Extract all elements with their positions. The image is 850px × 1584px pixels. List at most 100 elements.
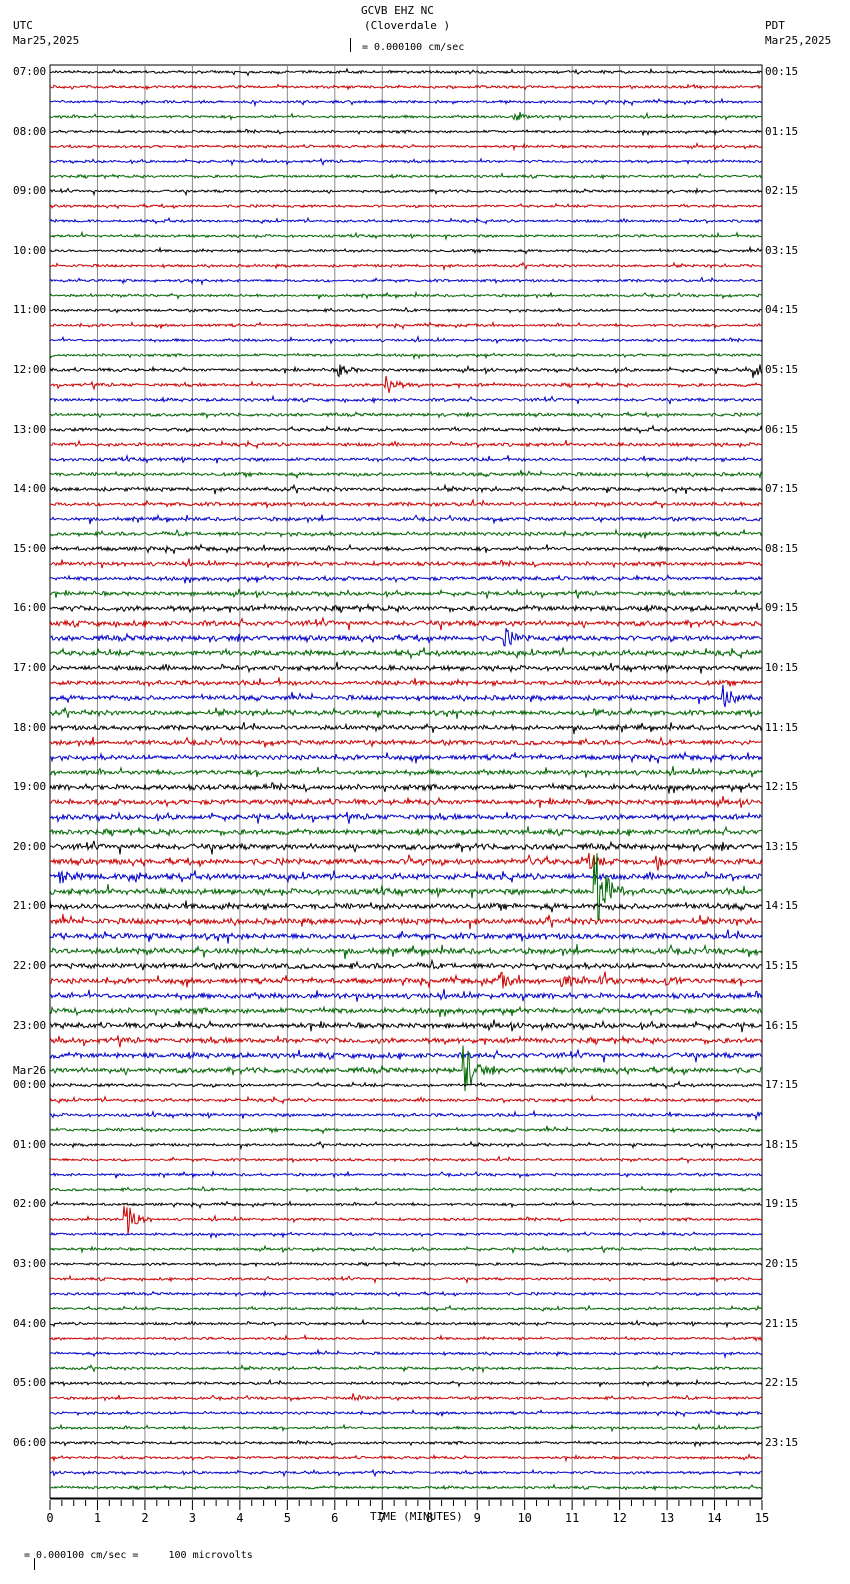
x-tick-label: 13 (660, 1511, 674, 1525)
seismic-trace (49, 1230, 763, 1240)
seismic-trace (49, 825, 763, 838)
seismic-trace (49, 1468, 763, 1478)
seismic-trace (49, 306, 763, 314)
x-tick-label: 15 (755, 1511, 769, 1525)
seismic-trace (49, 142, 763, 152)
seismic-trace (49, 453, 763, 465)
x-tick-label: 11 (565, 1511, 579, 1525)
seismic-trace (49, 677, 763, 688)
seismic-trace (49, 171, 763, 181)
seismic-trace (49, 1019, 763, 1033)
seismic-trace (49, 929, 763, 944)
x-tick-label: 3 (189, 1511, 196, 1525)
seismic-trace (49, 375, 763, 394)
seismic-trace (49, 321, 763, 331)
seismic-trace (49, 1155, 763, 1165)
seismic-trace (49, 870, 763, 884)
seismic-trace (49, 83, 763, 91)
seismic-trace (49, 513, 763, 525)
seismic-trace (49, 899, 763, 913)
x-tick-label: 7 (379, 1511, 386, 1525)
seismic-trace (49, 352, 763, 361)
seismic-trace (49, 1348, 763, 1359)
x-tick-label: 1 (94, 1511, 101, 1525)
seismic-trace (49, 988, 763, 1002)
seismic-trace (49, 1304, 763, 1313)
seismic-trace (49, 602, 763, 614)
x-tick-label: 14 (707, 1511, 721, 1525)
seismic-trace (49, 1140, 763, 1151)
seismic-trace (49, 558, 763, 569)
seismic-trace (49, 245, 763, 255)
seismic-trace (49, 276, 763, 286)
seismic-trace (49, 364, 763, 378)
seismic-trace (49, 1200, 763, 1210)
x-tick-label: 5 (284, 1511, 291, 1525)
seismic-trace (49, 230, 763, 241)
seismic-trace (49, 1289, 763, 1298)
seismic-trace (49, 661, 763, 674)
seismic-trace (49, 290, 763, 300)
seismic-trace (50, 750, 763, 764)
seismic-trace (49, 394, 763, 405)
seismic-trace (49, 439, 762, 450)
x-tick-label: 10 (517, 1511, 531, 1525)
seismic-trace (49, 1205, 763, 1235)
seismic-trace (49, 1125, 763, 1135)
seismic-trace (49, 1169, 763, 1179)
seismic-trace (49, 1080, 763, 1090)
seismic-trace (49, 781, 763, 794)
seismic-trace (49, 1422, 763, 1433)
seismic-trace (49, 766, 763, 778)
seismic-trace (49, 1333, 763, 1342)
seismic-trace (49, 1483, 763, 1492)
seismic-trace (49, 410, 762, 420)
seismic-trace (49, 261, 763, 272)
x-tick-label: 9 (474, 1511, 481, 1525)
seismic-trace (49, 1318, 763, 1329)
seismic-trace (49, 97, 763, 108)
seismic-trace (49, 187, 763, 197)
seismic-trace (49, 588, 763, 600)
seismic-trace (49, 157, 763, 167)
seismic-trace (49, 1185, 763, 1193)
seismic-trace (49, 1393, 763, 1403)
seismic-trace (49, 647, 763, 660)
seismic-trace (50, 543, 763, 555)
x-tick-label: 4 (236, 1511, 243, 1525)
seismic-trace (49, 1453, 763, 1463)
seismic-trace (49, 1378, 763, 1388)
seismic-trace (49, 627, 763, 647)
seismogram: GCVB EHZ NC (Cloverdale ) UTC Mar25,2025… (0, 0, 850, 1584)
plot-area: 0 1 2 3 4 5 6 7 8 9 10 11 12 13 14 15 (46, 64, 769, 1525)
seismic-trace (49, 528, 763, 539)
seismic-trace (49, 1274, 763, 1285)
seismic-trace (49, 795, 763, 809)
seismic-trace (49, 128, 762, 137)
seismic-trace (49, 840, 763, 855)
seismic-trace (49, 216, 763, 225)
seismic-trace (49, 424, 763, 435)
seismic-trace (49, 852, 763, 871)
seismic-trace (49, 1048, 763, 1063)
seismic-trace (49, 958, 763, 971)
seismic-trace (49, 1364, 763, 1374)
seismic-trace (49, 722, 763, 735)
x-tick-label: 2 (141, 1511, 148, 1525)
seismic-trace (49, 1408, 763, 1418)
seismic-trace (49, 1005, 763, 1018)
x-tick-label: 8 (426, 1511, 433, 1525)
x-tick-label: 0 (46, 1511, 53, 1525)
x-tick-label: 12 (612, 1511, 626, 1525)
seismic-trace (49, 1094, 763, 1105)
seismic-trace (49, 483, 763, 495)
seismic-trace (49, 684, 763, 708)
seismic-trace (49, 1440, 763, 1448)
seismic-trace (49, 1034, 763, 1048)
seismic-trace (49, 202, 763, 210)
seismic-trace (49, 1109, 763, 1122)
seismic-trace (49, 498, 763, 510)
seismic-trace (49, 735, 763, 749)
seismic-trace (49, 111, 763, 122)
seismic-trace (49, 810, 763, 824)
